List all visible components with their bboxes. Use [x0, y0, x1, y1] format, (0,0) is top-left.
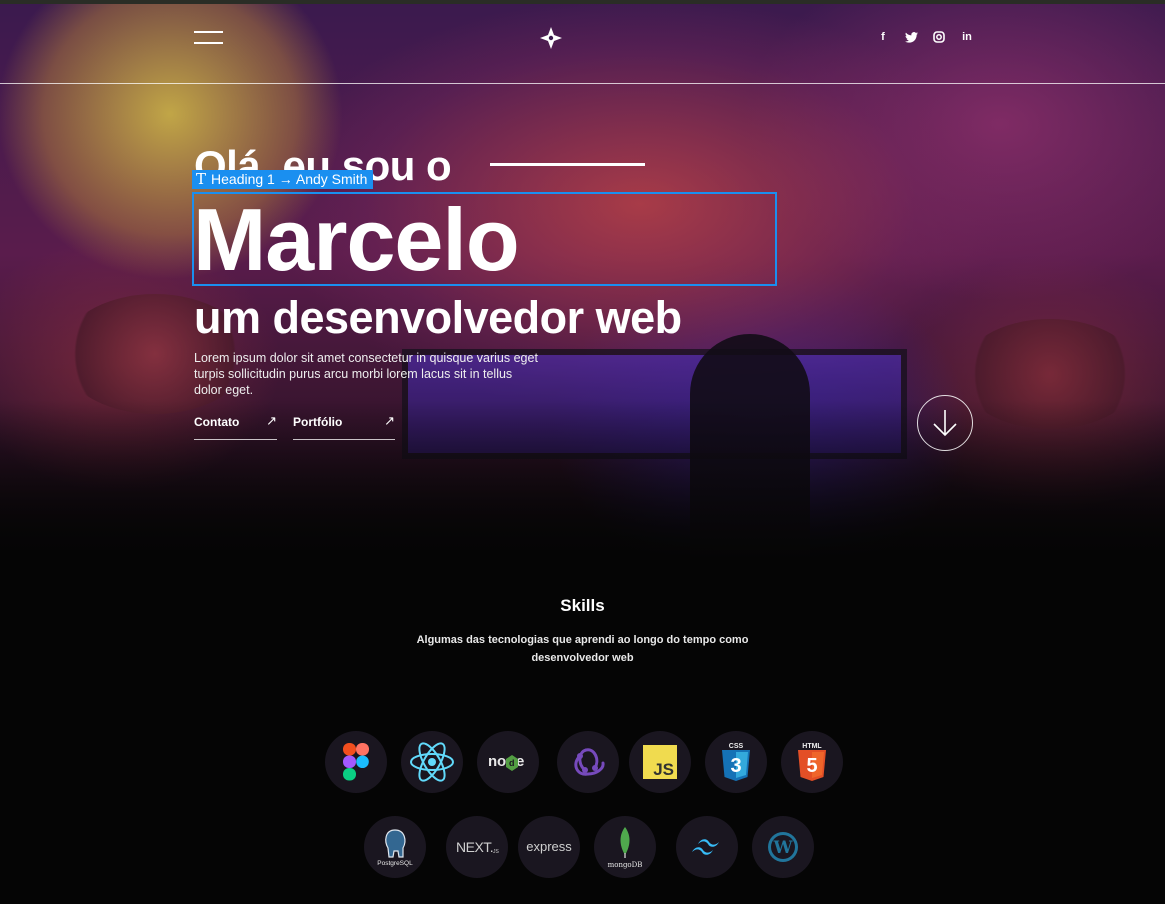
greeting-decorative-line — [490, 163, 645, 166]
facebook-icon[interactable]: f — [876, 30, 890, 44]
editor-selection-tag[interactable]: T Heading 1 → Andy Smith — [192, 170, 374, 189]
redux-icon — [557, 731, 619, 793]
express-label: express — [526, 839, 572, 854]
postgresql-icon: PostgreSQL — [364, 816, 426, 878]
js-label: JS — [653, 760, 674, 779]
wordpress-icon: W — [752, 816, 814, 878]
contact-button-label: Contato — [194, 415, 240, 429]
editor-selection-tag-label: Heading 1 → Andy Smith — [211, 171, 368, 187]
skills-title: Skills — [560, 596, 605, 615]
hero-role-heading: um desenvolvedor web — [194, 292, 682, 343]
figma-icon — [325, 731, 387, 793]
svg-text:n: n — [488, 753, 497, 770]
nextjs-icon: NEXT. JS — [446, 816, 508, 878]
hero-background-person — [690, 334, 810, 560]
top-navbar: f in — [0, 0, 1165, 84]
svg-text:d: d — [509, 758, 515, 768]
skills-subtitle: Algumas das tecnologias que aprendi ao l… — [416, 634, 749, 664]
arrow-up-right-icon: ↗ — [266, 413, 277, 428]
tailwind-icon — [676, 816, 738, 878]
svg-text:o: o — [497, 753, 506, 770]
css3-icon: CSS 3 — [705, 731, 767, 793]
mongodb-label: mongoDB — [608, 861, 643, 869]
react-icon — [401, 731, 463, 793]
text-type-icon: T — [196, 170, 207, 188]
postgresql-label: PostgreSQL — [377, 860, 413, 867]
star-logo-icon[interactable] — [540, 27, 562, 49]
instagram-icon[interactable] — [932, 30, 946, 44]
express-icon: express — [518, 816, 580, 878]
twitter-icon[interactable] — [904, 30, 918, 44]
social-links: f in — [876, 30, 974, 44]
html5-icon: HTML 5 — [781, 731, 843, 793]
editor-selection-box[interactable] — [192, 192, 777, 286]
nextjs-sublabel: JS — [493, 849, 500, 855]
scroll-down-button[interactable] — [917, 395, 973, 451]
arrow-down-icon — [933, 410, 957, 437]
css3-number: 3 — [730, 755, 741, 777]
hero-description: Lorem ipsum dolor sit amet consectetur i… — [194, 351, 538, 397]
portfolio-button[interactable]: Portfólio ↗ — [293, 413, 395, 440]
mongodb-icon: mongoDB — [594, 816, 656, 878]
hero-background-tree-right — [960, 319, 1140, 429]
html-label: HTML — [802, 743, 822, 750]
nodejs-icon: n o e d — [477, 731, 539, 793]
portfolio-button-label: Portfólio — [293, 415, 343, 429]
contact-button[interactable]: Contato ↗ — [194, 413, 277, 440]
javascript-icon: JS — [629, 731, 691, 793]
hamburger-menu-icon[interactable] — [194, 31, 223, 45]
wordpress-label: W — [772, 838, 793, 858]
html5-number: 5 — [806, 755, 817, 777]
nextjs-label: NEXT. — [456, 839, 493, 855]
arrow-up-right-icon: ↗ — [384, 413, 395, 428]
linkedin-icon[interactable]: in — [960, 30, 974, 44]
css-label: CSS — [729, 743, 744, 750]
